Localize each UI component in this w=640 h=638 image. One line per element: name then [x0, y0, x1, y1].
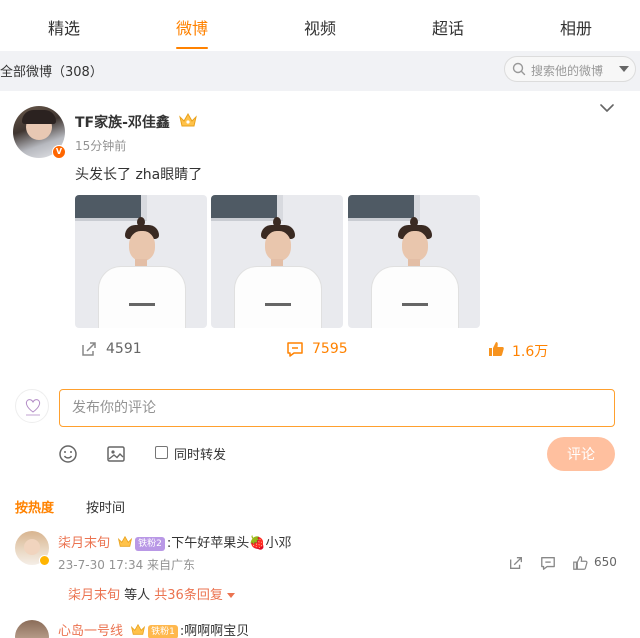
- thumbs-up-icon[interactable]: [572, 555, 588, 571]
- tab-weibo[interactable]: 微博: [128, 0, 256, 51]
- comment-text: :啊啊啊宝贝: [179, 624, 250, 638]
- post-text: 头发长了 zha眼睛了: [75, 167, 203, 183]
- replies-summary[interactable]: 柒月末旬 等人 共36条回复: [68, 584, 235, 603]
- comment-meta: 23-7-30 17:34 来自广东: [58, 558, 196, 572]
- tab-featured[interactable]: 精选: [0, 0, 128, 51]
- post-time[interactable]: 15分钟前: [75, 137, 126, 154]
- post-username[interactable]: TF家族-邓佳鑫: [75, 112, 170, 132]
- repost-icon[interactable]: [508, 555, 524, 571]
- vip-badge-icon: [39, 555, 50, 566]
- post-photo-1[interactable]: [75, 195, 207, 328]
- post-photo-2[interactable]: [211, 195, 343, 328]
- tab-super-topic[interactable]: 超话: [384, 0, 512, 51]
- comment-text: :下午好苹果头🍓小邓: [166, 536, 292, 551]
- repost-count: 4591: [106, 341, 142, 357]
- like-count: 1.6万: [512, 344, 549, 360]
- comment-input[interactable]: [60, 390, 614, 426]
- comment-button[interactable]: 7595: [286, 340, 366, 358]
- comment-line: 柒月末旬 铁粉2:下午好苹果头🍓小邓: [58, 532, 291, 551]
- reply-username[interactable]: 柒月末旬: [68, 588, 120, 603]
- comment-count: 7595: [312, 341, 348, 357]
- like-button[interactable]: 1.6万: [487, 340, 567, 360]
- heart-logo-icon: [25, 399, 41, 416]
- crown-icon: [179, 112, 197, 127]
- comment-username[interactable]: 柒月末旬: [58, 536, 110, 551]
- tab-video[interactable]: 视频: [256, 0, 384, 51]
- search-placeholder: 搜索他的微博: [531, 64, 604, 78]
- submit-comment-button[interactable]: 评论: [547, 437, 615, 471]
- chevron-down-icon[interactable]: [619, 66, 629, 72]
- reply-mid-text: 等人: [120, 588, 155, 603]
- comment-icon: [287, 342, 303, 357]
- verified-icon: V: [52, 145, 66, 159]
- emoji-icon[interactable]: [58, 444, 78, 464]
- tab-album[interactable]: 相册: [512, 0, 640, 51]
- repost-button[interactable]: 4591: [80, 340, 160, 358]
- forward-label[interactable]: 同时转发: [174, 444, 226, 463]
- profile-tabs: 精选 微博 视频 超话 相册: [0, 0, 640, 51]
- forward-checkbox[interactable]: [155, 446, 168, 459]
- sort-by-time[interactable]: 按时间: [86, 497, 125, 516]
- search-his-weibo[interactable]: 搜索他的微博: [504, 56, 636, 82]
- fan-level-badge: 铁粉1: [148, 624, 178, 638]
- sort-by-hot[interactable]: 按热度: [15, 497, 54, 516]
- reply-count[interactable]: 共36条回复: [154, 588, 223, 603]
- post-photo-3[interactable]: [348, 195, 480, 328]
- chevron-down-icon: [226, 593, 235, 598]
- crown-icon: [118, 535, 133, 547]
- search-icon: [512, 62, 526, 76]
- image-icon[interactable]: [106, 444, 126, 464]
- chevron-down-icon[interactable]: [600, 103, 614, 113]
- comment-line: 心岛一号线 铁粉1:啊啊啊宝贝: [58, 620, 249, 638]
- crown-icon: [131, 623, 146, 635]
- comment-like-count: 650: [594, 555, 617, 569]
- comment-icon[interactable]: [540, 555, 556, 571]
- fan-level-badge: 铁粉2: [135, 536, 165, 551]
- comment-username[interactable]: 心岛一号线: [58, 624, 123, 638]
- comment-input-box[interactable]: [59, 389, 615, 427]
- repost-icon: [82, 342, 96, 356]
- all-weibo-count[interactable]: 全部微博（308）: [0, 61, 103, 80]
- thumbs-up-icon: [489, 342, 504, 356]
- my-avatar[interactable]: [15, 389, 49, 423]
